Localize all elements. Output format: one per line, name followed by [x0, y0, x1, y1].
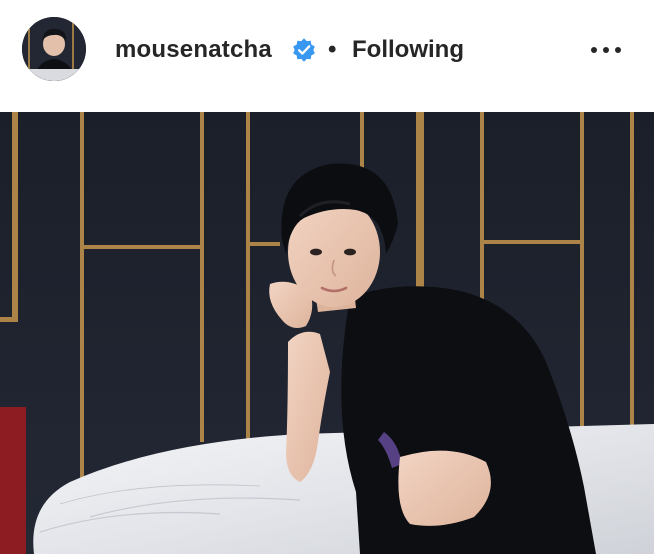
post-photo[interactable] — [0, 112, 654, 554]
post-header: mousenatcha • Following — [0, 0, 654, 112]
avatar-photo — [22, 17, 86, 81]
username[interactable]: mousenatcha — [115, 36, 272, 64]
separator-dot: • — [328, 36, 337, 63]
more-options-icon[interactable] — [588, 40, 624, 60]
following-button[interactable]: Following — [352, 36, 464, 64]
verified-badge-icon — [293, 38, 315, 62]
profile-avatar[interactable] — [22, 17, 86, 81]
post-photo-illustration — [0, 112, 654, 554]
